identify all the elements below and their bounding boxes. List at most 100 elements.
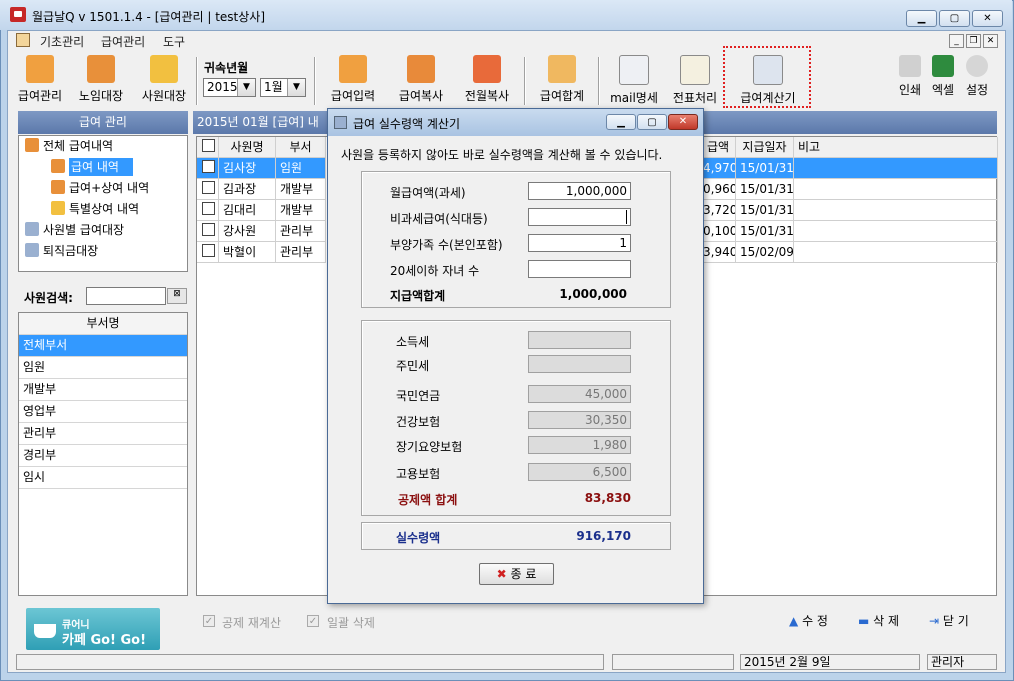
recalc-checkbox[interactable]: ✓	[203, 615, 215, 627]
dialog-close-button[interactable]: ✕	[668, 114, 698, 130]
bulk-delete-checkbox[interactable]: ✓	[307, 615, 319, 627]
cell-dept[interactable]: 임원	[276, 158, 326, 179]
search-icon[interactable]: ⊠	[167, 288, 187, 304]
mdi-close-button[interactable]: ✕	[983, 34, 998, 48]
tree-item-all[interactable]: 전체 급여내역	[19, 136, 187, 157]
employee-search-input[interactable]	[86, 287, 166, 305]
column-header-check[interactable]	[197, 137, 219, 158]
voucher-pencil-icon	[680, 55, 710, 85]
cell-date[interactable]: 15/02/09	[736, 242, 794, 263]
dept-item[interactable]: 임시	[19, 467, 187, 489]
minimize-button[interactable]: ▁	[906, 10, 937, 27]
payroll-button[interactable]: 급여관리	[8, 55, 72, 107]
nontax-input[interactable]	[528, 208, 631, 226]
cell-note[interactable]	[794, 200, 998, 221]
calendar-icon	[51, 180, 65, 194]
row-check-cell[interactable]	[197, 179, 219, 200]
column-header-dept[interactable]: 부서	[276, 137, 326, 158]
row-checkbox[interactable]	[202, 244, 215, 257]
payroll-input-button[interactable]: 급여입력	[322, 55, 384, 107]
delete-button[interactable]: ▬ 삭 제	[858, 612, 899, 629]
column-header-name[interactable]: 사원명	[219, 137, 276, 158]
cell-amount[interactable]: 0,960	[703, 179, 736, 200]
cafe-banner[interactable]: 큐어니 카페 Go! Go!	[26, 608, 160, 650]
children-input[interactable]	[528, 260, 631, 278]
cell-date[interactable]: 15/01/31	[736, 221, 794, 242]
excel-button[interactable]: 엑셀	[928, 55, 958, 107]
dialog-minimize-button[interactable]: ▁	[606, 114, 636, 130]
dependents-input[interactable]: 1	[528, 234, 631, 252]
salary-calculator-button[interactable]: 급여계산기	[730, 55, 806, 107]
employee-ledger-button[interactable]: 사원대장	[133, 55, 195, 107]
mdi-minimize-button[interactable]: _	[949, 34, 964, 48]
mail-statement-button[interactable]: mail명세	[602, 55, 666, 107]
column-header-date[interactable]: 지급일자	[736, 137, 794, 158]
settings-button[interactable]: 설정	[961, 55, 993, 107]
tree-item-severance[interactable]: 퇴직금대장	[19, 241, 187, 262]
menu-tools[interactable]: 도구	[163, 33, 185, 50]
cell-note[interactable]	[794, 242, 998, 263]
month-select[interactable]: 1월 ▼	[260, 78, 306, 97]
cell-note[interactable]	[794, 158, 998, 179]
cell-date[interactable]: 15/01/31	[736, 158, 794, 179]
select-all-checkbox[interactable]	[202, 139, 215, 152]
row-checkbox[interactable]	[202, 160, 215, 173]
mdi-restore-button[interactable]: ❐	[966, 34, 981, 48]
salary-input[interactable]: 1,000,000	[528, 182, 631, 200]
title-bar[interactable]: 월급날Q v 1501.1.4 - [급여관리 | test상사] ▁ ▢ ✕	[0, 0, 1012, 30]
cell-date[interactable]: 15/01/31	[736, 200, 794, 221]
cell-name[interactable]: 김과장	[219, 179, 276, 200]
edit-button[interactable]: ▲ 수 정	[789, 612, 828, 629]
cell-name[interactable]: 김사장	[219, 158, 276, 179]
dialog-maximize-button[interactable]: ▢	[637, 114, 667, 130]
menu-basic[interactable]: 기초관리	[40, 33, 84, 50]
cell-note[interactable]	[794, 221, 998, 242]
dialog-title-bar[interactable]: 급여 실수령액 계산기 ▁ ▢ ✕	[328, 109, 703, 136]
row-check-cell[interactable]	[197, 221, 219, 242]
cell-amount[interactable]: 3,720	[703, 200, 736, 221]
tree-item-special-bonus[interactable]: 특별상여 내역	[19, 199, 187, 220]
dept-item[interactable]: 관리부	[19, 423, 187, 445]
row-checkbox[interactable]	[202, 223, 215, 236]
calculator-icon	[753, 55, 783, 85]
cell-amount[interactable]: 4,970	[703, 158, 736, 179]
dept-item[interactable]: 전체부서	[19, 335, 187, 357]
dept-item[interactable]: 영업부	[19, 401, 187, 423]
cell-dept[interactable]: 개발부	[276, 200, 326, 221]
column-header-amount[interactable]: 급액	[703, 137, 736, 158]
dept-item[interactable]: 임원	[19, 357, 187, 379]
tree-item-salary[interactable]: 급여 내역	[19, 157, 187, 178]
column-header-note[interactable]: 비고	[794, 137, 998, 158]
cell-dept[interactable]: 관리부	[276, 242, 326, 263]
prev-month-copy-button[interactable]: 전월복사	[455, 55, 519, 107]
cell-date[interactable]: 15/01/31	[736, 179, 794, 200]
row-check-cell[interactable]	[197, 242, 219, 263]
dialog-exit-button[interactable]: ✖ 종 료	[479, 563, 554, 585]
voucher-button[interactable]: 전표처리	[664, 55, 726, 107]
cell-name[interactable]: 박혈이	[219, 242, 276, 263]
menu-payroll[interactable]: 급여관리	[101, 33, 145, 50]
wage-ledger-button[interactable]: 노임대장	[70, 55, 132, 107]
row-check-cell[interactable]	[197, 158, 219, 179]
tree-item-employee-ledger[interactable]: 사원별 급여대장	[19, 220, 187, 241]
cell-amount[interactable]: 0,100	[703, 221, 736, 242]
close-panel-button[interactable]: ⇥ 닫 기	[929, 612, 969, 629]
close-button[interactable]: ✕	[972, 10, 1003, 27]
maximize-button[interactable]: ▢	[939, 10, 970, 27]
print-button[interactable]: 인쇄	[895, 55, 925, 107]
cell-dept[interactable]: 개발부	[276, 179, 326, 200]
year-select[interactable]: 2015 ▼	[203, 78, 256, 97]
payroll-copy-button[interactable]: 급여복사	[390, 55, 452, 107]
cell-name[interactable]: 김대리	[219, 200, 276, 221]
cell-note[interactable]	[794, 179, 998, 200]
cell-dept[interactable]: 관리부	[276, 221, 326, 242]
row-checkbox[interactable]	[202, 181, 215, 194]
cell-amount[interactable]: 3,940	[703, 242, 736, 263]
tree-item-salary-bonus[interactable]: 급여+상여 내역	[19, 178, 187, 199]
dept-item[interactable]: 경리부	[19, 445, 187, 467]
row-check-cell[interactable]	[197, 200, 219, 221]
cell-name[interactable]: 강사원	[219, 221, 276, 242]
payroll-total-button[interactable]: 급여합계	[531, 55, 593, 107]
dept-item[interactable]: 개발부	[19, 379, 187, 401]
row-checkbox[interactable]	[202, 202, 215, 215]
